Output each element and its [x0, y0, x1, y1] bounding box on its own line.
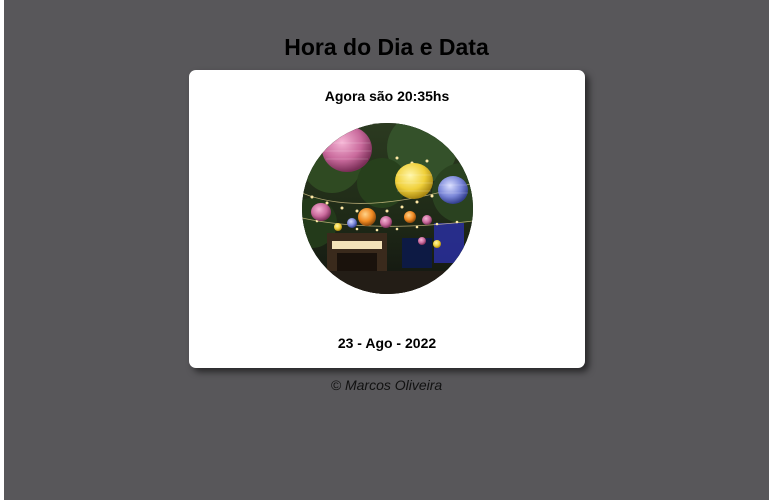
- date-day: 23: [337, 335, 354, 351]
- date-month: Ago: [365, 335, 393, 351]
- date-separator: -: [353, 335, 366, 351]
- current-date-text: 23 - Ago - 2022: [189, 335, 585, 351]
- lanterns-illustration: [302, 123, 473, 294]
- date-year: 2022: [405, 335, 437, 351]
- time-date-card: Agora são 20:35hs 23 - Ago - 2022: [189, 70, 585, 368]
- page-title: Hora do Dia e Data: [284, 34, 489, 60]
- current-time-text: Agora são 20:35hs: [189, 88, 585, 104]
- time-value: 20:35hs: [397, 88, 450, 104]
- copyright-footer: © Marcos Oliveira: [330, 377, 443, 393]
- night-lanterns-photo: [302, 123, 473, 294]
- page-background: Hora do Dia e Data Agora são 20:35hs 23 …: [4, 0, 769, 500]
- time-prefix: Agora são: [324, 88, 398, 104]
- date-separator: -: [392, 335, 405, 351]
